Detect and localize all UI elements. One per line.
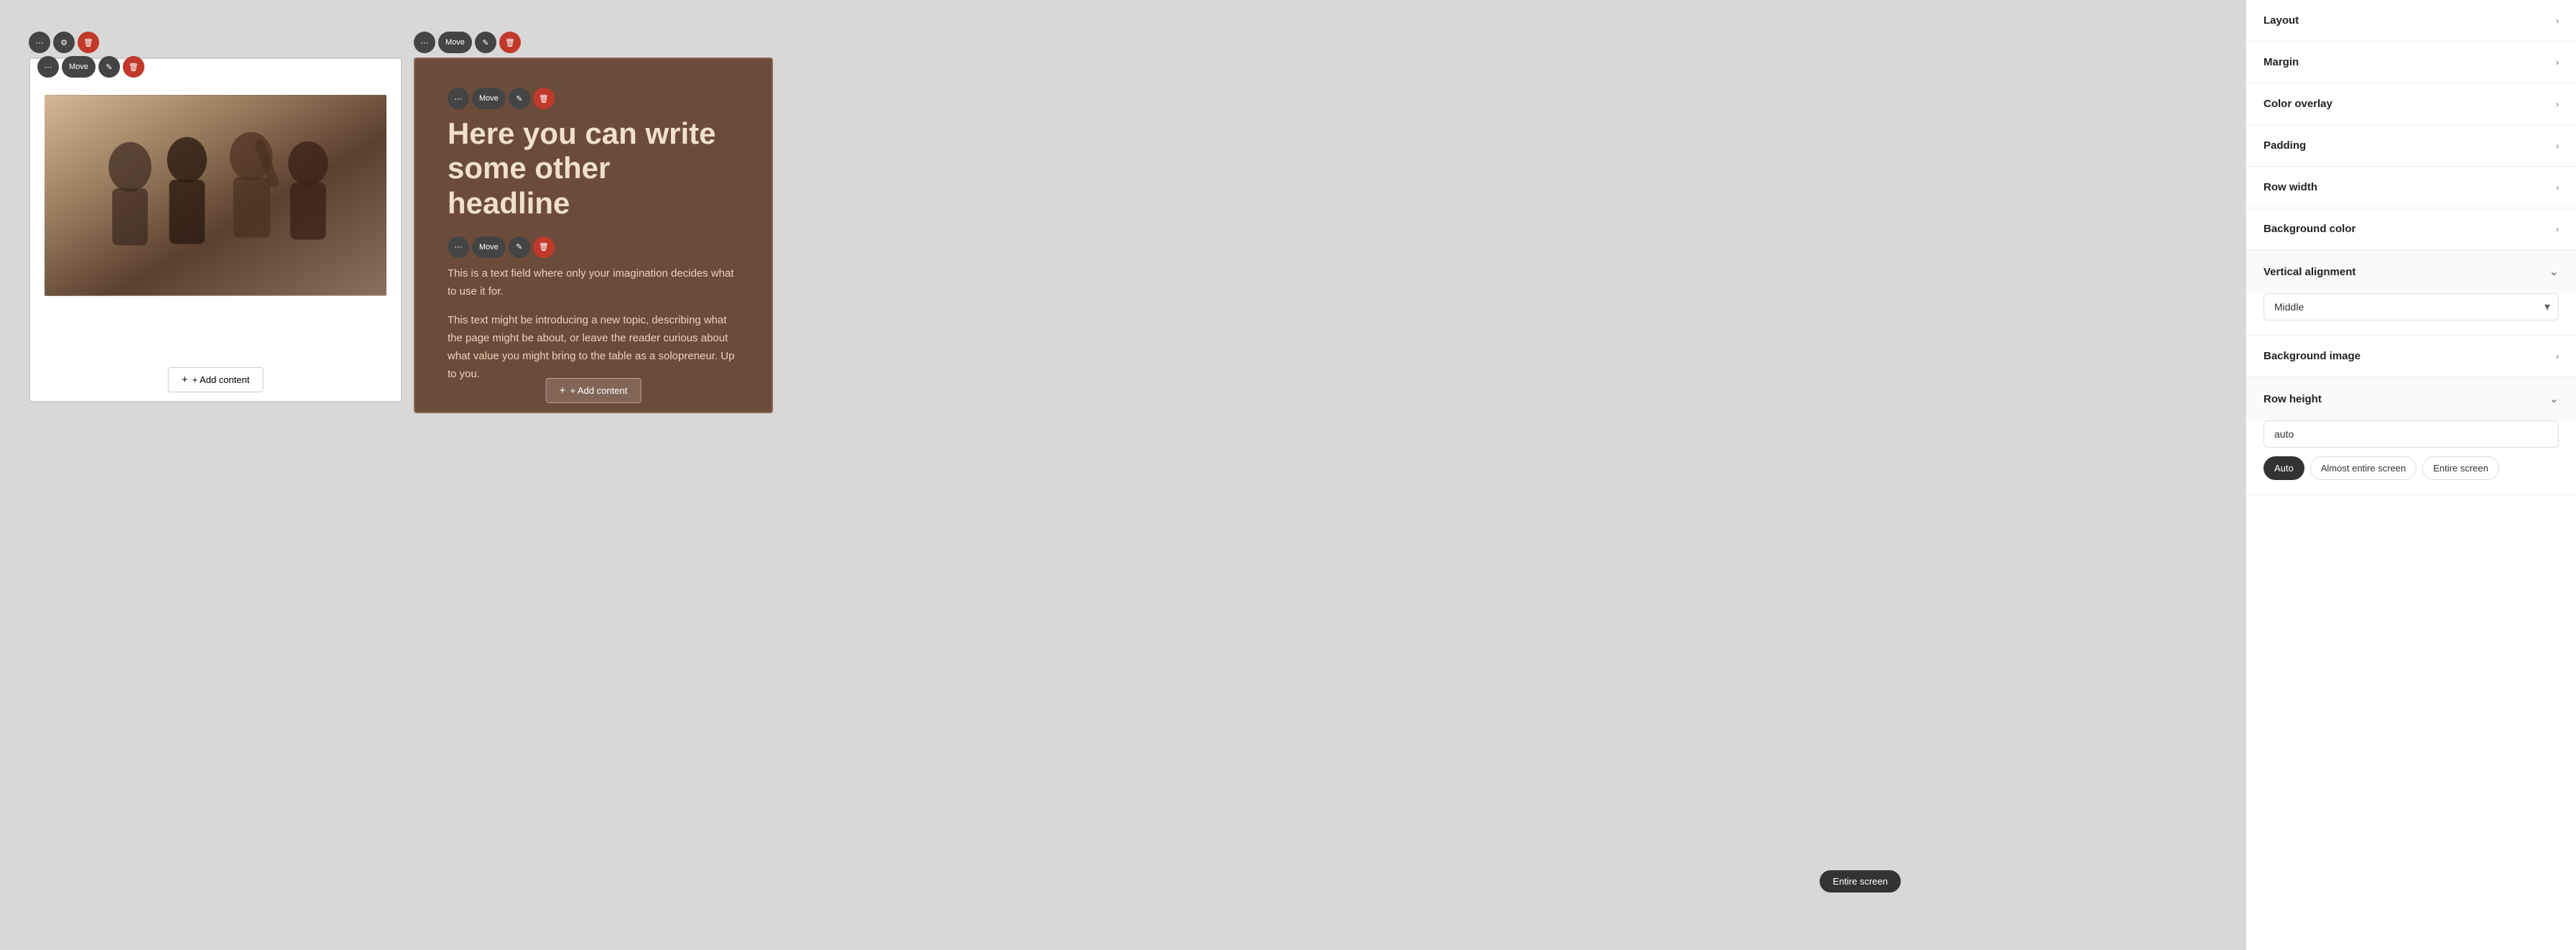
row2-add-content-label: + Add content [570,385,627,396]
body-more-button[interactable]: ⋯ [448,236,469,258]
section-padding-title: Padding [2264,139,2306,152]
row1-more-button[interactable]: ⋯ [29,32,50,53]
add-icon-2: + [560,384,566,397]
row2-toolbar: ⋯ Move ✎ 🗑 [414,32,521,53]
row1-toolbar: ⋯ ⚙ 🗑 [29,32,99,53]
entire-screen-pill: Entire screen [1820,870,1901,893]
right-panel: Layout › Margin › Color overlay › Paddin… [2246,0,2576,950]
text-move-button[interactable]: Move [472,88,506,109]
row1-add-content-button[interactable]: + + Add content [168,367,264,392]
rh-entire-screen-button[interactable]: Entire screen [2422,456,2499,480]
col1-more-button[interactable]: ⋯ [37,56,59,78]
row2-more-button[interactable]: ⋯ [414,32,435,53]
section-bg-color: Background color › [2246,208,2576,250]
section-bg-color-header[interactable]: Background color › [2246,208,2576,249]
section-padding-chevron: › [2556,141,2559,151]
section-vertical-alignment: Vertical alignment ⌄ Top Middle Bottom [2246,250,2576,336]
section-margin: Margin › [2246,42,2576,83]
va-dropdown-wrapper: Top Middle Bottom [2264,293,2559,320]
section-color-overlay-header[interactable]: Color overlay › [2246,83,2576,124]
col1-edit-button[interactable]: ✎ [98,56,120,78]
body-text-toolbar: ⋯ Move ✎ 🗑 [448,236,739,258]
section-bg-image-chevron: › [2556,351,2559,361]
section-bg-color-chevron: › [2556,224,2559,234]
va-dropdown[interactable]: Top Middle Bottom [2264,293,2559,320]
row-height-input[interactable] [2264,420,2559,448]
section-margin-chevron: › [2556,57,2559,68]
text-more-button[interactable]: ⋯ [448,88,469,109]
section-padding-header[interactable]: Padding › [2246,125,2576,166]
col1-delete-button[interactable]: 🗑 [123,56,144,78]
section-row-width: Row width › [2246,167,2576,208]
section-va-header[interactable]: Vertical alignment ⌄ [2246,250,2576,293]
section-margin-title: Margin [2264,56,2299,68]
section-rh-chevron: ⌄ [2549,392,2559,406]
section-color-overlay-title: Color overlay [2264,98,2332,110]
body-edit-button[interactable]: ✎ [509,236,530,258]
row-block-1: ⋯ ⚙ 🗑 ⋯ Move ✎ 🗑 [29,57,402,402]
section-rh-title: Row height [2264,393,2322,405]
section-rh-header[interactable]: Row height ⌄ [2246,377,2576,420]
section-color-overlay-chevron: › [2556,99,2559,109]
body-delete-button[interactable]: 🗑 [533,236,555,258]
section-margin-header[interactable]: Margin › [2246,42,2576,83]
section-bg-color-title: Background color [2264,223,2355,235]
row2-delete-button[interactable]: 🗑 [499,32,521,53]
col1-move-button[interactable]: Move [62,56,96,78]
section-row-height: Row height ⌄ Auto Almost entire screen E… [2246,377,2576,495]
row2-add-content-button[interactable]: + + Add content [546,378,641,403]
section-rh-content: Auto Almost entire screen Entire screen [2246,420,2576,494]
col1-toolbar: ⋯ Move ✎ 🗑 [37,56,144,78]
section-padding: Padding › [2246,125,2576,167]
text-col-toolbar: ⋯ Move ✎ 🗑 [448,88,739,109]
row1-delete-button[interactable]: 🗑 [78,32,99,53]
section-va-chevron: ⌄ [2549,264,2559,279]
row1-add-content-label: + Add content [192,374,249,385]
section-va-content: Top Middle Bottom [2246,293,2576,335]
section-bg-image-title: Background image [2264,350,2360,362]
add-icon: + [182,374,188,386]
row2-body1: This is a text field where only your ima… [448,265,739,301]
row2-body2: This text might be introducing a new top… [448,312,739,383]
section-layout-chevron: › [2556,16,2559,26]
section-bg-image: Background image › [2246,336,2576,377]
section-layout-header[interactable]: Layout › [2246,0,2576,41]
text-edit-button[interactable]: ✎ [509,88,530,109]
image-block [45,95,386,296]
row2-move-button[interactable]: Move [438,32,472,53]
section-layout: Layout › [2246,0,2576,42]
canvas-area: ⋯ ⚙ 🗑 ⋯ Move ✎ 🗑 [0,0,2246,950]
rh-buttons-group: Auto Almost entire screen Entire screen [2264,456,2559,480]
row1-settings-button[interactable]: ⚙ [53,32,75,53]
section-bg-image-header[interactable]: Background image › [2246,336,2576,377]
section-row-width-chevron: › [2556,183,2559,193]
text-delete-button[interactable]: 🗑 [533,88,555,109]
row-block-2: ⋯ Move ✎ 🗑 ⋯ Move ✎ 🗑 [414,57,773,413]
section-layout-title: Layout [2264,14,2299,27]
section-row-width-header[interactable]: Row width › [2246,167,2576,208]
rh-auto-button[interactable]: Auto [2264,456,2304,480]
section-color-overlay: Color overlay › [2246,83,2576,125]
section-va-title: Vertical alignment [2264,266,2355,278]
body-move-button[interactable]: Move [472,236,506,258]
people-image [45,95,386,296]
row2-headline: Here you can write some other headline [448,116,739,221]
row2-edit-button[interactable]: ✎ [475,32,496,53]
section-row-width-title: Row width [2264,181,2317,193]
rh-almost-screen-button[interactable]: Almost entire screen [2310,456,2417,480]
